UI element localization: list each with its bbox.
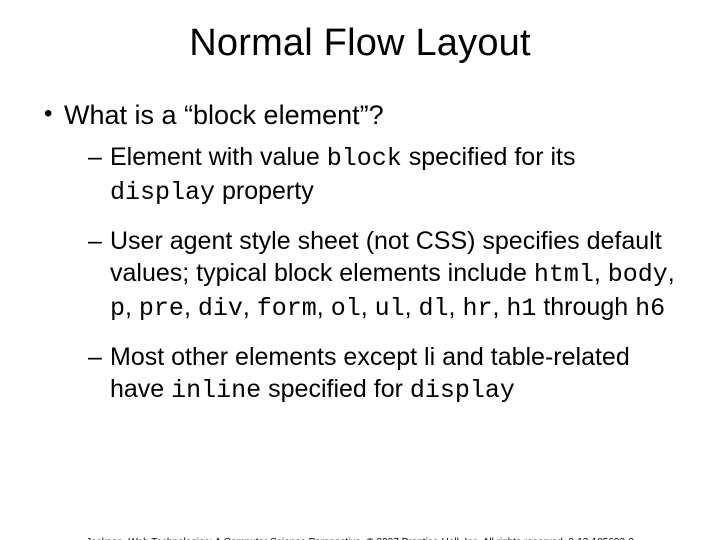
bullet-text: What is a “block element”?: [64, 100, 384, 130]
code-display: display: [110, 178, 215, 207]
text: ,: [405, 293, 419, 321]
text: ,: [449, 293, 463, 321]
slide-body: What is a “block element”? Element with …: [0, 99, 720, 407]
code-ul: ul: [375, 294, 405, 323]
slide: Normal Flow Layout What is a “block elem…: [0, 22, 720, 540]
text: ,: [317, 293, 331, 321]
subbullet-1: Element with value block specified for i…: [88, 141, 680, 209]
slide-title: Normal Flow Layout: [0, 22, 720, 65]
code-dl: dl: [419, 294, 449, 323]
code-div: div: [198, 294, 243, 323]
subbullet-2: User agent style sheet (not CSS) specifi…: [88, 225, 680, 325]
code-inline: inline: [171, 376, 261, 405]
text: ,: [361, 293, 375, 321]
text: ,: [243, 293, 257, 321]
text: Element with value: [110, 143, 327, 171]
text: specified for its: [402, 143, 576, 171]
subbullet-3: Most other elements except li and table-…: [88, 341, 680, 407]
text: specified for: [261, 375, 410, 403]
code-hr: hr: [462, 294, 492, 323]
text: ,: [184, 293, 198, 321]
code-h6: h6: [635, 294, 665, 323]
code-pre: pre: [139, 294, 184, 323]
text: ,: [125, 293, 139, 321]
text: ,: [594, 259, 608, 287]
text: through: [536, 293, 635, 321]
code-html: html: [534, 260, 594, 289]
text: ,: [668, 259, 675, 287]
code-h1: h1: [506, 294, 536, 323]
text: property: [215, 177, 314, 205]
code-block: block: [327, 144, 402, 173]
text: ,: [492, 293, 506, 321]
code-display: display: [410, 376, 515, 405]
code-p: p: [110, 294, 125, 323]
bullet-level1: What is a “block element”? Element with …: [40, 99, 680, 407]
code-body: body: [608, 260, 668, 289]
code-form: form: [257, 294, 317, 323]
code-ol: ol: [331, 294, 361, 323]
